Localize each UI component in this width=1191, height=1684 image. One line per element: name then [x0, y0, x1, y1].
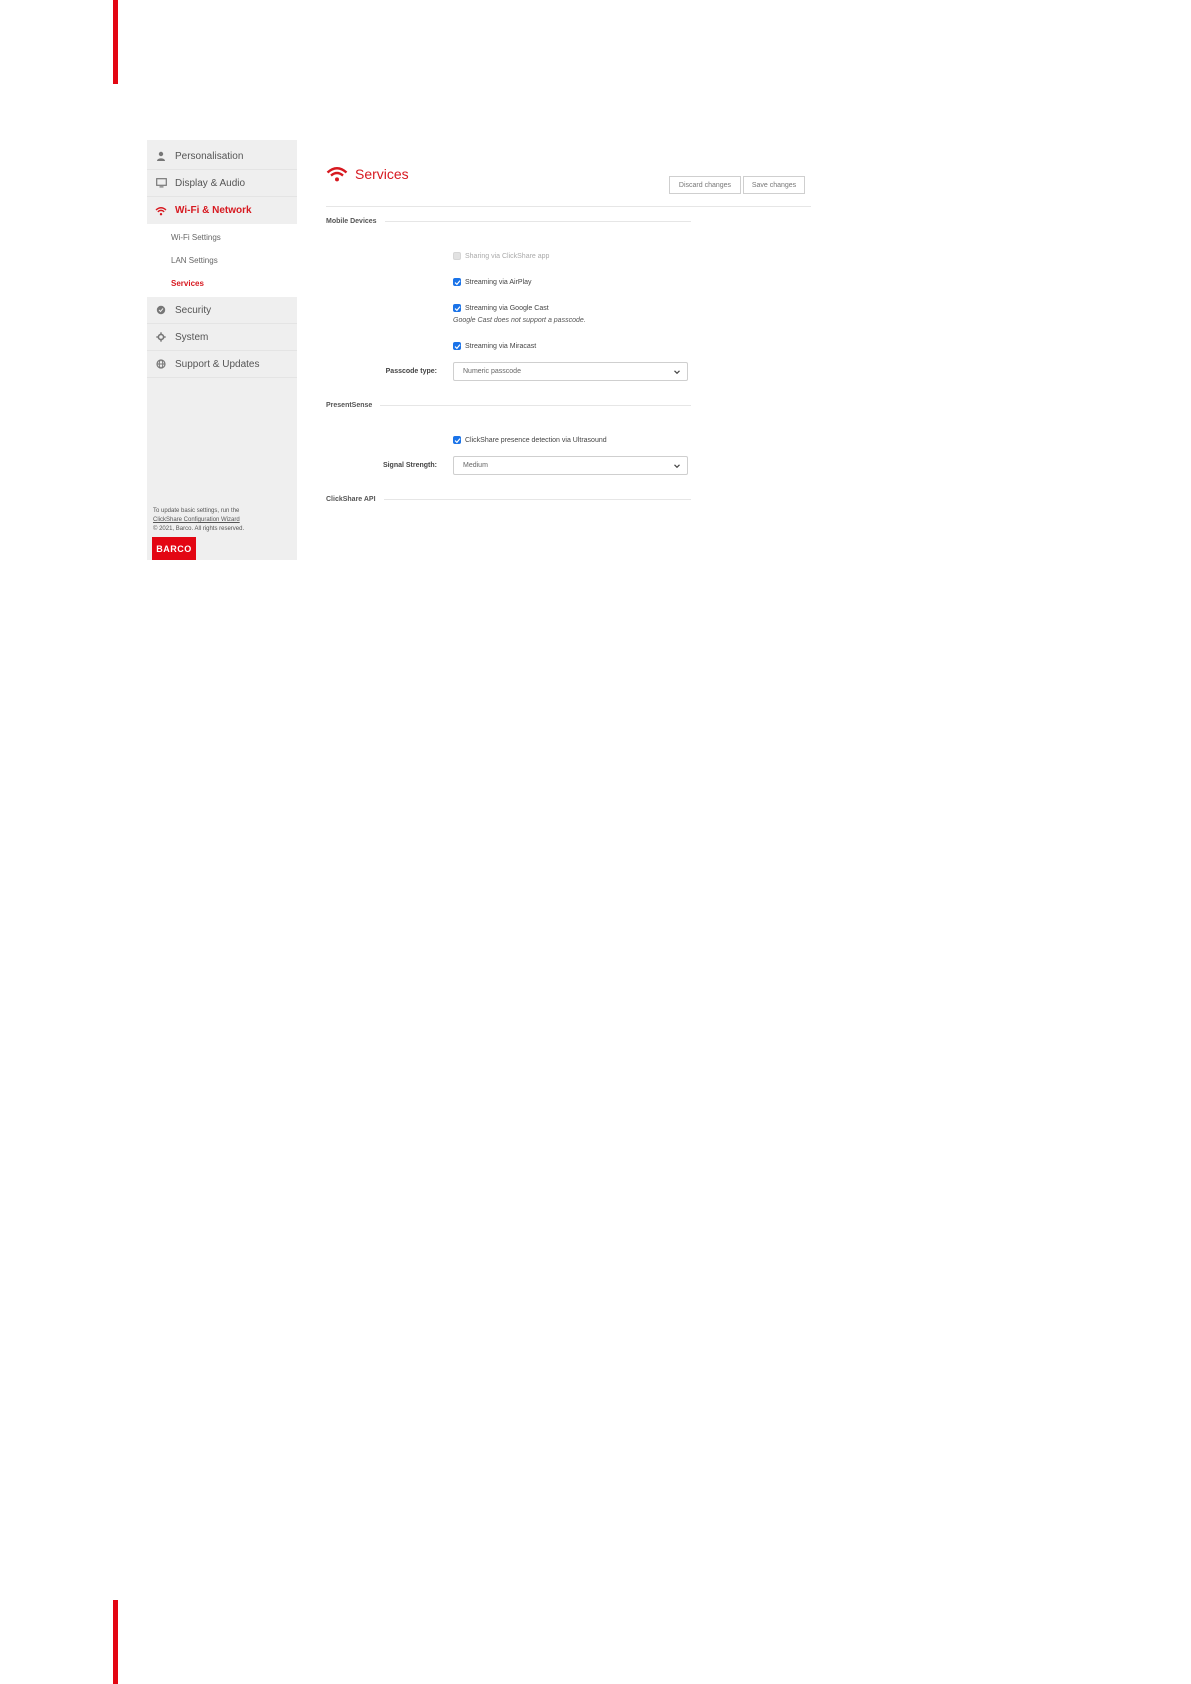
discard-changes-button[interactable]: Discard changes	[669, 176, 741, 194]
option-label: Streaming via Miracast	[465, 342, 537, 350]
sidebar-item-support-updates[interactable]: Support & Updates	[147, 351, 297, 378]
sidebar-item-label: Support & Updates	[175, 358, 260, 370]
barco-logo: BARCO	[152, 537, 196, 560]
sidebar: Personalisation Display & Audio Wi-Fi & …	[147, 140, 297, 560]
option-airplay[interactable]: Streaming via AirPlay	[453, 278, 532, 286]
person-icon	[155, 150, 167, 162]
sidebar-subitem-services[interactable]: Services	[147, 272, 297, 295]
footer-text: To update basic settings, run the	[153, 508, 240, 514]
wifi-network-submenu: Wi-Fi Settings LAN Settings Services	[147, 224, 297, 297]
section-divider	[384, 221, 691, 222]
chevron-down-icon	[673, 462, 681, 470]
sidebar-footer: To update basic settings, run the ClickS…	[153, 507, 293, 534]
option-label: Streaming via Google Cast	[465, 304, 549, 312]
option-label: ClickShare presence detection via Ultras…	[465, 436, 607, 444]
option-miracast[interactable]: Streaming via Miracast	[453, 342, 536, 350]
section-clickshare-api: ClickShare API	[326, 496, 691, 503]
signal-strength-label: Signal Strength:	[382, 462, 437, 469]
monitor-icon	[155, 177, 167, 189]
chevron-down-icon	[673, 368, 681, 376]
sidebar-item-wifi-network[interactable]: Wi-Fi & Network	[147, 197, 297, 224]
clickshare-app-checkbox	[453, 252, 461, 260]
option-label: Sharing via ClickShare app	[465, 252, 550, 260]
google-cast-note: Google Cast does not support a passcode.	[453, 317, 586, 324]
section-title: PresentSense	[326, 402, 373, 409]
section-divider	[383, 499, 691, 500]
sidebar-item-system[interactable]: System	[147, 324, 297, 351]
globe-icon	[155, 358, 167, 370]
services-screenshot: Personalisation Display & Audio Wi-Fi & …	[147, 140, 812, 560]
section-presentsense: PresentSense	[326, 402, 691, 409]
sidebar-item-display-audio[interactable]: Display & Audio	[147, 170, 297, 197]
option-label: Streaming via AirPlay	[465, 278, 532, 286]
page-edge-bar-top	[113, 0, 118, 84]
google-cast-checkbox[interactable]	[453, 304, 461, 312]
wifi-icon	[155, 205, 167, 217]
sidebar-item-label: System	[175, 331, 209, 343]
sidebar-item-label: Display & Audio	[175, 177, 246, 189]
option-ultrasound[interactable]: ClickShare presence detection via Ultras…	[453, 436, 607, 444]
section-title: Mobile Devices	[326, 218, 377, 225]
ultrasound-checkbox[interactable]	[453, 436, 461, 444]
copyright-text: © 2021, Barco. All rights reserved.	[153, 526, 245, 532]
sidebar-item-label: Security	[175, 304, 212, 316]
sidebar-subitem-lan-settings[interactable]: LAN Settings	[147, 249, 297, 272]
section-title: ClickShare API	[326, 496, 376, 503]
sidebar-item-security[interactable]: Security	[147, 297, 297, 324]
wifi-icon	[326, 166, 348, 182]
airplay-checkbox[interactable]	[453, 278, 461, 286]
passcode-type-label: Passcode type:	[385, 368, 437, 375]
shield-icon	[155, 304, 167, 316]
main-panel: Services Discard changes Save changes Mo…	[297, 140, 812, 560]
miracast-checkbox[interactable]	[453, 342, 461, 350]
gear-icon	[155, 331, 167, 343]
page-header: Services	[326, 166, 409, 182]
sidebar-item-personalisation[interactable]: Personalisation	[147, 143, 297, 170]
sidebar-subitem-wifi-settings[interactable]: Wi-Fi Settings	[147, 226, 297, 249]
sidebar-item-label: Wi-Fi & Network	[175, 205, 252, 216]
section-divider	[380, 405, 691, 406]
select-value: Numeric passcode	[463, 368, 521, 375]
save-changes-button[interactable]: Save changes	[743, 176, 805, 194]
option-google-cast[interactable]: Streaming via Google Cast	[453, 304, 549, 312]
header-divider	[326, 206, 811, 207]
signal-strength-select[interactable]: Medium	[453, 456, 688, 475]
configuration-wizard-link[interactable]: ClickShare Configuration Wizard	[153, 517, 240, 523]
sidebar-item-label: Personalisation	[175, 150, 244, 162]
option-clickshare-app: Sharing via ClickShare app	[453, 252, 549, 260]
select-value: Medium	[463, 462, 488, 469]
passcode-type-select[interactable]: Numeric passcode	[453, 362, 688, 381]
section-mobile-devices: Mobile Devices	[326, 218, 691, 225]
page-title: Services	[355, 166, 409, 182]
page-edge-bar-bottom	[113, 1600, 118, 1684]
